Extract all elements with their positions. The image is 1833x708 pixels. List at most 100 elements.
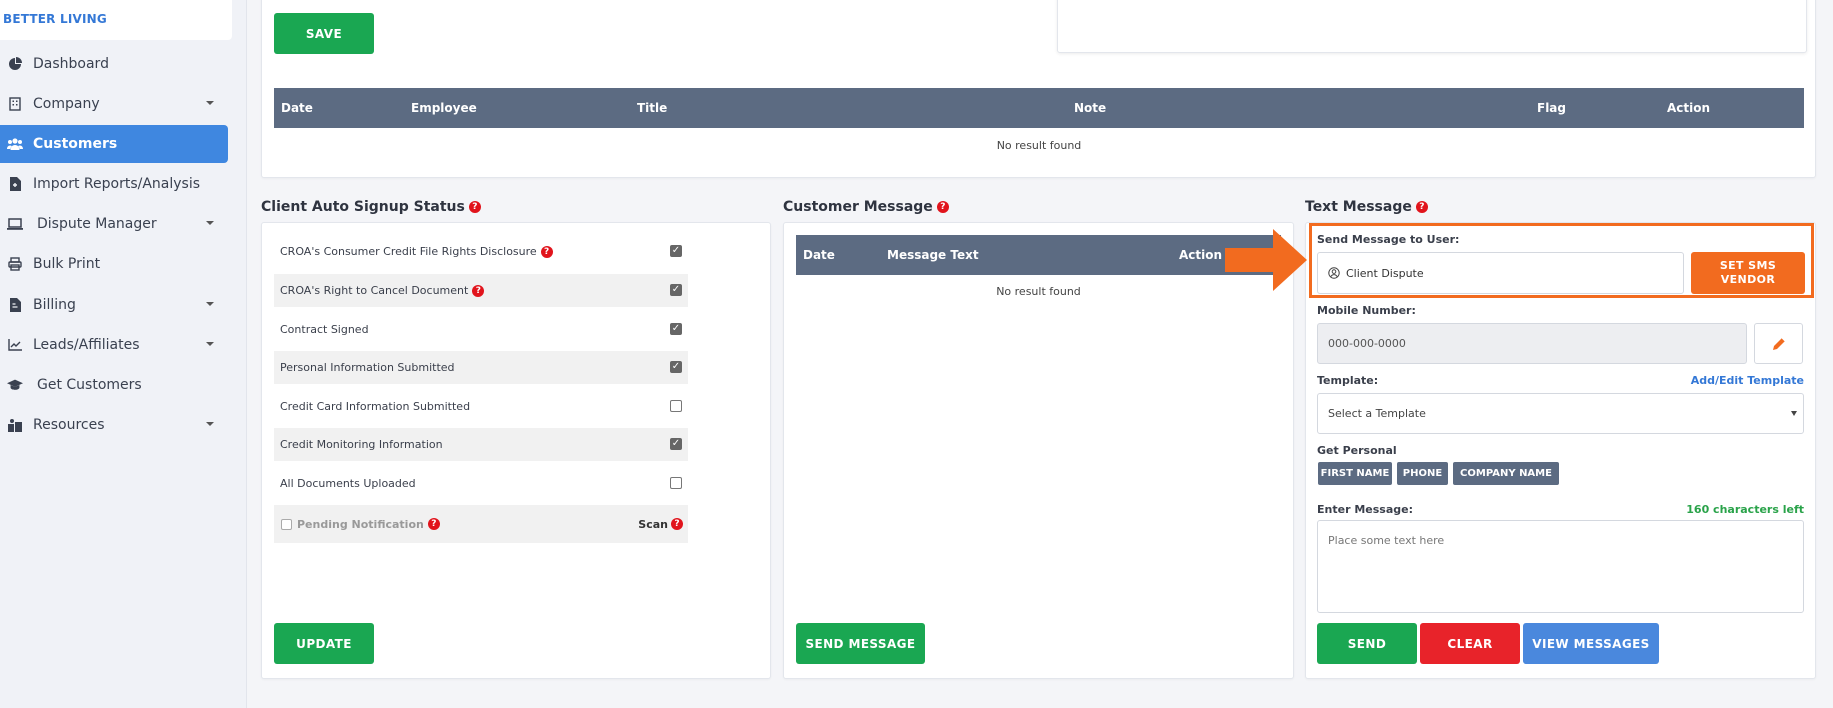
- help-icon[interactable]: ?: [472, 284, 485, 297]
- signup-item: All Documents Uploaded: [274, 467, 688, 500]
- company-name-tag[interactable]: COMPANY NAME: [1453, 462, 1559, 485]
- chevron-down-icon: [206, 221, 214, 225]
- brand-name: BETTER LIVING: [3, 12, 107, 26]
- sidebar-item-label: Company: [33, 96, 100, 112]
- printer-icon: [7, 256, 23, 272]
- signup-item-checkbox[interactable]: [670, 400, 682, 412]
- sidebar-item-label: Bulk Print: [33, 256, 101, 272]
- view-messages-button[interactable]: VIEW MESSAGES: [1523, 623, 1659, 664]
- signup-item-label: Credit Card Information Submitted: [280, 400, 471, 413]
- enter-message-label: Enter Message:: [1317, 503, 1413, 516]
- signup-item-label: Contract Signed: [280, 323, 369, 336]
- signup-item-checkbox[interactable]: ✓: [670, 284, 682, 296]
- notes-textarea[interactable]: [1057, 0, 1807, 53]
- sidebar-item-label: Dispute Manager: [37, 216, 157, 232]
- laptop-icon: [7, 216, 23, 232]
- sidebar-item-dashboard[interactable]: Dashboard: [0, 45, 228, 83]
- box-icon: [7, 417, 23, 433]
- signup-status-title: Client Auto Signup Status ?: [261, 199, 481, 215]
- sidebar-item-customers[interactable]: Customers: [0, 125, 228, 163]
- column-action: Action: [1667, 101, 1711, 115]
- signup-item-checkbox[interactable]: ✓: [670, 438, 682, 450]
- column-date: Date: [803, 248, 835, 262]
- update-button[interactable]: UPDATE: [274, 623, 374, 664]
- main-content: SAVE Date Employee Title Note Flag Actio…: [247, 0, 1833, 708]
- sidebar-item-label: Billing: [33, 297, 76, 313]
- column-flag: Flag: [1537, 101, 1566, 115]
- sidebar-item-leads-affiliates[interactable]: Leads/Affiliates: [0, 326, 228, 364]
- template-selected-value: Select a Template: [1328, 407, 1426, 420]
- customer-message-title: Customer Message ?: [783, 199, 949, 215]
- signup-item: CROA's Consumer Credit File Rights Discl…: [274, 235, 688, 268]
- customer-message-table-header: Date Message Text Action: [796, 235, 1281, 275]
- signup-item: CROA's Right to Cancel Document? ✓: [274, 274, 688, 307]
- scan-link[interactable]: Scan: [638, 518, 668, 531]
- template-label: Template:: [1317, 374, 1379, 387]
- message-placeholder: Place some text here: [1328, 534, 1445, 547]
- characters-left-text: 160 characters left: [1686, 503, 1804, 516]
- notes-empty-text: No result found: [996, 139, 1082, 152]
- building-icon: [7, 96, 23, 112]
- arrow-icon: [1225, 229, 1307, 291]
- help-icon[interactable]: ?: [1415, 201, 1428, 213]
- signup-item-checkbox[interactable]: ✓: [670, 361, 682, 373]
- chevron-down-icon: [206, 422, 214, 426]
- dashboard-icon: [7, 56, 23, 72]
- sidebar-item-get-customers[interactable]: Get Customers: [0, 366, 228, 404]
- sidebar-item-resources[interactable]: Resources: [0, 406, 228, 444]
- help-icon[interactable]: ?: [427, 518, 440, 530]
- column-title: Title: [637, 101, 668, 115]
- mobile-number-label: Mobile Number:: [1317, 304, 1416, 317]
- pencil-icon: [1772, 337, 1785, 350]
- highlight-box: [1309, 223, 1814, 298]
- help-icon[interactable]: ?: [468, 201, 481, 213]
- help-icon[interactable]: ?: [540, 245, 553, 258]
- column-employee: Employee: [411, 101, 477, 115]
- sidebar-item-company[interactable]: Company: [0, 85, 228, 123]
- sidebar-item-label: Resources: [33, 417, 105, 433]
- column-message-text: Message Text: [887, 248, 979, 262]
- send-message-button[interactable]: SEND MESSAGE: [796, 623, 925, 664]
- column-note: Note: [1074, 101, 1107, 115]
- add-edit-template-link[interactable]: Add/Edit Template: [1691, 374, 1804, 387]
- template-select[interactable]: Select a Template: [1317, 393, 1804, 434]
- sidebar-item-label: Customers: [33, 136, 118, 152]
- sidebar-item-label: Leads/Affiliates: [33, 337, 140, 353]
- message-textarea[interactable]: Place some text here: [1317, 520, 1804, 613]
- file-import-icon: [7, 176, 23, 192]
- clear-button[interactable]: CLEAR: [1420, 623, 1520, 664]
- graduation-cap-icon: [7, 377, 23, 393]
- customer-message-empty-text: No result found: [996, 285, 1081, 298]
- chevron-down-icon: [1791, 411, 1797, 416]
- signup-item-label: CROA's Right to Cancel Document: [280, 284, 469, 297]
- pending-notification-checkbox[interactable]: [281, 518, 292, 530]
- sidebar-item-billing[interactable]: Billing: [0, 286, 228, 324]
- sidebar: BETTER LIVING Dashboard Company Customer…: [0, 0, 247, 708]
- brand-logo[interactable]: BETTER LIVING: [0, 0, 232, 40]
- signup-item-checkbox[interactable]: ✓: [670, 245, 682, 257]
- signup-status-title-text: Client Auto Signup Status: [261, 199, 465, 215]
- chevron-down-icon: [206, 302, 214, 306]
- sidebar-item-import-reports[interactable]: Import Reports/Analysis: [0, 165, 228, 203]
- help-icon[interactable]: ?: [671, 518, 683, 530]
- signup-item: Credit Monitoring Information ✓: [274, 428, 688, 461]
- signup-item-checkbox[interactable]: [670, 477, 682, 489]
- send-button[interactable]: SEND: [1317, 623, 1417, 664]
- get-personal-label: Get Personal: [1317, 444, 1397, 457]
- phone-tag[interactable]: PHONE: [1397, 462, 1448, 485]
- edit-mobile-button[interactable]: [1754, 323, 1803, 364]
- signup-item: Personal Information Submitted ✓: [274, 351, 688, 384]
- sidebar-item-dispute-manager[interactable]: Dispute Manager: [0, 205, 228, 243]
- signup-item-label: CROA's Consumer Credit File Rights Discl…: [280, 245, 537, 258]
- sidebar-item-label: Import Reports/Analysis: [33, 176, 201, 192]
- sidebar-item-bulk-print[interactable]: Bulk Print: [0, 245, 228, 283]
- mobile-number-input[interactable]: 000-000-0000: [1317, 323, 1747, 364]
- sidebar-item-label: Get Customers: [37, 377, 142, 393]
- signup-item-label: All Documents Uploaded: [280, 477, 416, 490]
- help-icon[interactable]: ?: [936, 201, 949, 213]
- signup-item-label: Personal Information Submitted: [280, 361, 455, 374]
- sidebar-item-label: Dashboard: [33, 56, 109, 72]
- signup-item-checkbox[interactable]: ✓: [670, 323, 682, 335]
- first-name-tag[interactable]: FIRST NAME: [1318, 462, 1392, 485]
- save-button[interactable]: SAVE: [274, 13, 374, 54]
